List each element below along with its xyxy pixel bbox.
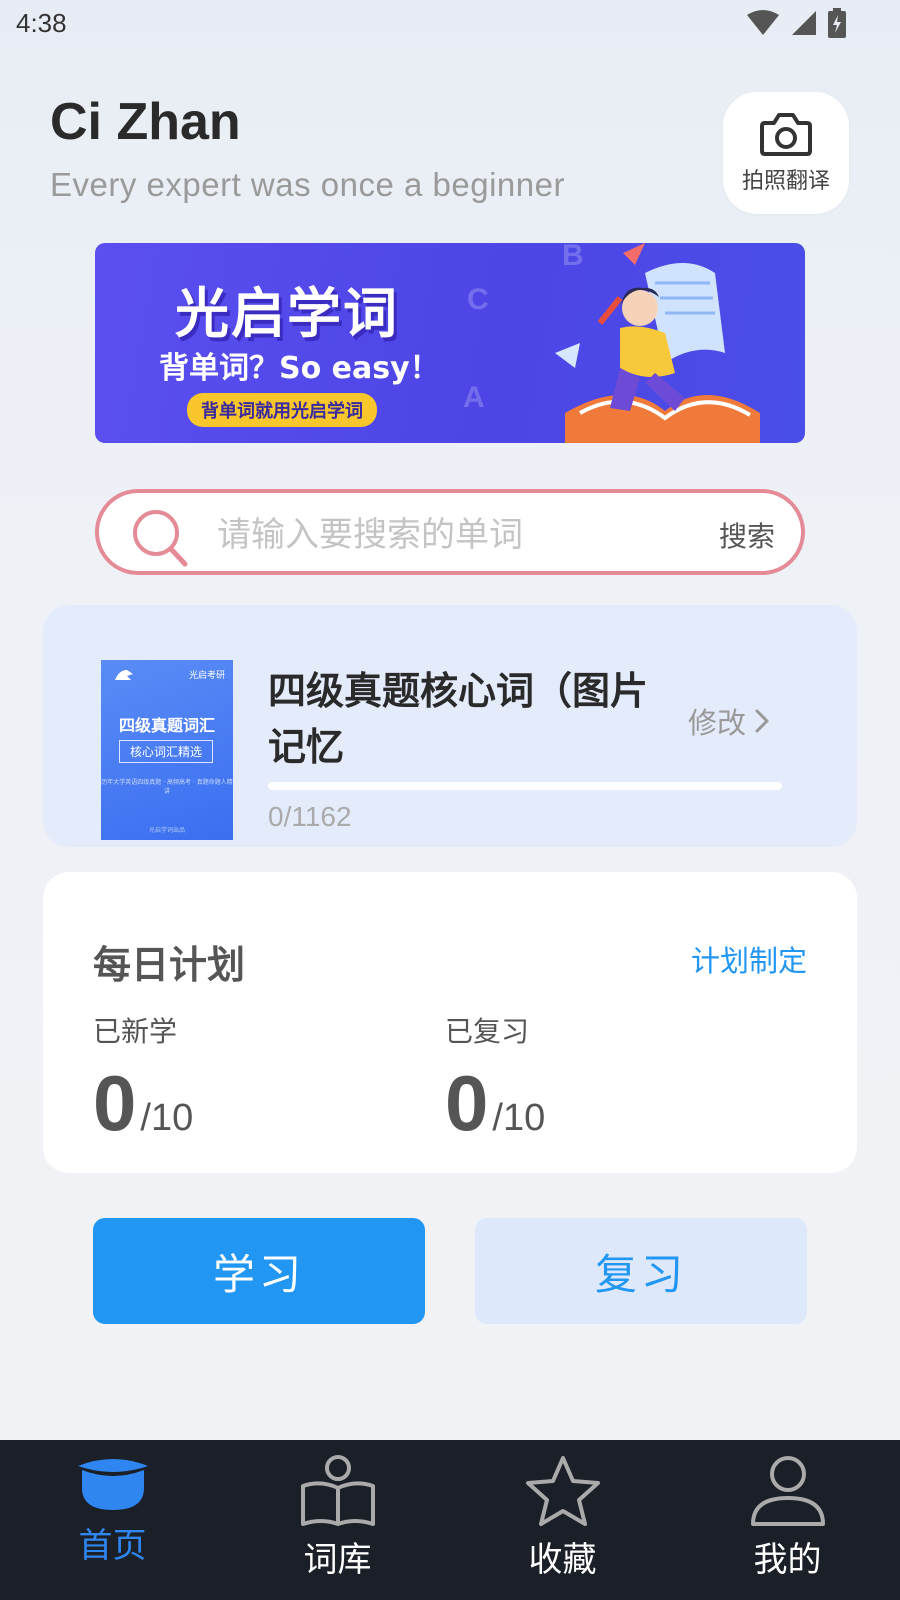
banner-tag: 背单词就用光启学词 (187, 393, 377, 427)
camera-icon (760, 113, 812, 156)
app-title: Ci Zhan (50, 93, 241, 151)
tab-wordbank-label: 词库 (303, 1540, 372, 1580)
cover-logo-icon (115, 670, 133, 680)
reviewed-total: /10 (492, 1097, 546, 1139)
daily-plan-card: 每日计划 计划制定 已新学 0 /10 已复习 0 /10 (43, 872, 857, 1173)
banner-illustration (555, 243, 760, 443)
learned-value: 0 (93, 1059, 137, 1147)
search-box: 搜索 (95, 489, 805, 575)
user-icon (750, 1456, 825, 1526)
photo-translate-button[interactable]: 拍照翻译 (723, 92, 849, 214)
tab-wordbank[interactable]: 词库 (225, 1454, 450, 1581)
status-bar: 4:38 (0, 0, 900, 50)
book-progress-bar (268, 782, 782, 790)
edit-book-button[interactable]: 修改 (688, 700, 770, 742)
study-button[interactable]: 学习 (93, 1218, 425, 1324)
book-cover: 光启考研 四级真题词汇 核心词汇精选 历年大学英语四级真题 · 高频高考 · 真… (101, 660, 233, 840)
cover-footer: 光启学词出品 (148, 827, 185, 834)
cover-subtitle: 核心词汇精选 (119, 740, 213, 763)
status-icons (746, 8, 846, 38)
tab-profile-label: 我的 (753, 1540, 822, 1580)
banner-letter: A (463, 381, 485, 414)
battery-icon (828, 8, 846, 38)
tab-favorites-label: 收藏 (528, 1540, 597, 1580)
cover-brand: 光启考研 (188, 671, 225, 681)
status-time: 4:38 (16, 8, 67, 38)
cover-description: 历年大学英语四级真题 · 高频高考 · 真题命题人精讲 (101, 779, 233, 795)
app-subtitle: Every expert was once a beginner (50, 166, 565, 203)
edit-book-label: 修改 (688, 706, 747, 740)
promo-banner[interactable]: B C A 光启学词 背单词？So easy！ 背单词就用光启学词 (95, 243, 805, 443)
cover-title: 四级真题词汇 (118, 716, 215, 735)
reviewed-stat: 已复习 0 /10 (445, 1010, 545, 1142)
search-button[interactable]: 搜索 (719, 515, 775, 555)
graduation-cap-icon (77, 1459, 148, 1510)
tab-profile[interactable]: 我的 (675, 1454, 900, 1581)
learned-label: 已新学 (93, 1015, 178, 1048)
book-title: 四级真题核心词（图片记忆 (268, 669, 649, 769)
banner-slogan: 背单词？So easy！ (159, 351, 440, 386)
photo-translate-label: 拍照翻译 (741, 169, 830, 194)
book-progress-count: 0/1162 (268, 801, 352, 832)
current-wordbook-card[interactable]: 光启考研 四级真题词汇 核心词汇精选 历年大学英语四级真题 · 高频高考 · 真… (43, 605, 857, 847)
reviewed-label: 已复习 (445, 1015, 530, 1048)
plan-setup-link[interactable]: 计划制定 (691, 938, 807, 980)
review-button[interactable]: 复习 (475, 1218, 807, 1324)
bottom-tab-bar: 首页 词库 收藏 我的 (0, 1440, 900, 1600)
search-icon (133, 510, 188, 567)
search-input[interactable] (215, 509, 679, 561)
book-person-icon (300, 1455, 375, 1526)
banner-letter: C (467, 283, 489, 316)
wifi-icon (747, 10, 779, 35)
tab-favorites[interactable]: 收藏 (450, 1454, 675, 1581)
banner-title: 光启学词 (175, 282, 399, 345)
learned-stat: 已新学 0 /10 (93, 1010, 193, 1142)
chevron-right-icon (755, 709, 769, 733)
reviewed-value: 0 (445, 1059, 489, 1147)
signal-icon (792, 11, 816, 35)
star-icon (525, 1456, 600, 1526)
tab-home[interactable]: 首页 (0, 1454, 225, 1567)
tab-home-label: 首页 (78, 1526, 147, 1566)
daily-plan-title: 每日计划 (93, 943, 246, 987)
learned-total: /10 (140, 1097, 194, 1139)
